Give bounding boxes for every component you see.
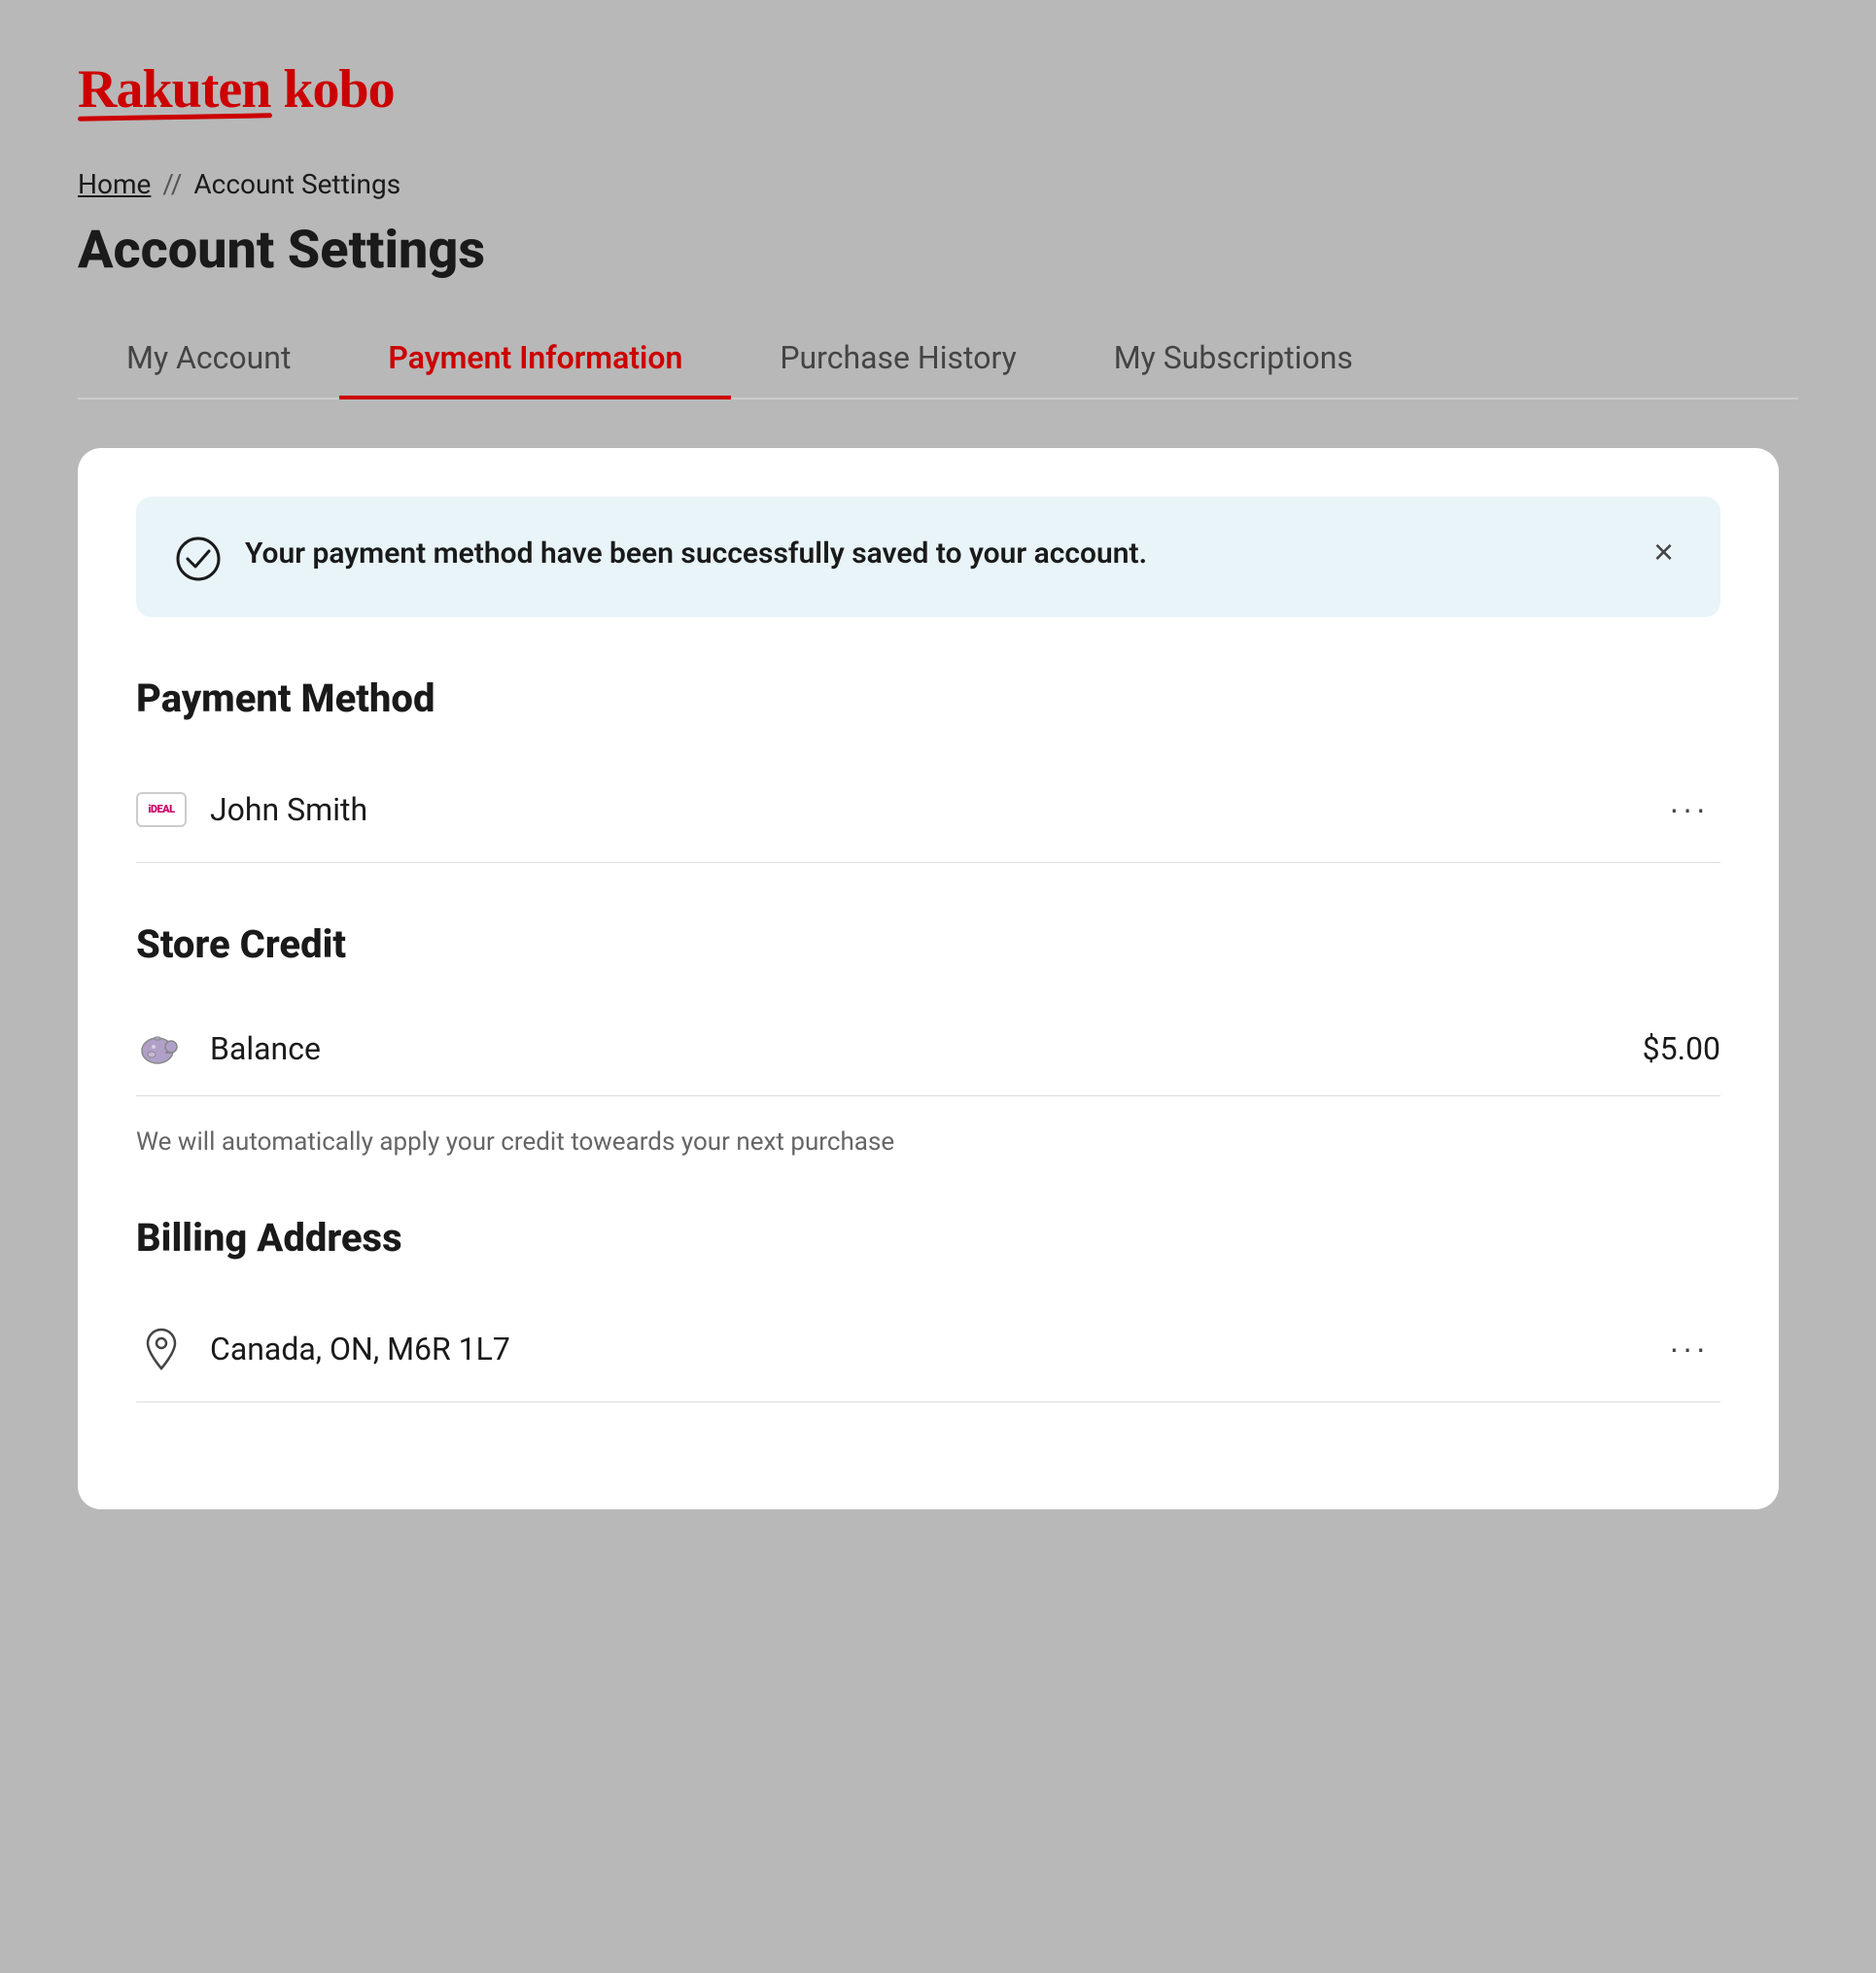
payment-method-name: John Smith	[210, 791, 367, 828]
location-icon	[136, 1330, 187, 1368]
billing-address-section: Billing Address Canada, ON, M6R 1L7 ···	[136, 1215, 1720, 1402]
payment-method-item-left: iDEAL John Smith	[136, 790, 367, 829]
billing-address-more-button[interactable]: ···	[1657, 1323, 1720, 1374]
success-message: Your payment method have been successful…	[245, 532, 1147, 575]
logo-text[interactable]: Rakuten kobo	[78, 58, 1798, 121]
store-credit-section: Store Credit Balance $5.00 We will auto	[136, 921, 1720, 1157]
tab-payment-information[interactable]: Payment Information	[339, 320, 731, 399]
store-credit-title: Store Credit	[136, 921, 1720, 967]
map-pin-icon	[142, 1328, 181, 1370]
billing-address-title: Billing Address	[136, 1215, 1720, 1261]
balance-label: Balance	[210, 1030, 321, 1067]
billing-address-text: Canada, ON, M6R 1L7	[210, 1331, 510, 1367]
payment-method-item: iDEAL John Smith ···	[136, 756, 1720, 863]
tab-my-account[interactable]: My Account	[78, 320, 339, 399]
tab-my-subscriptions[interactable]: My Subscriptions	[1065, 320, 1402, 399]
breadcrumb-home-link[interactable]: Home	[78, 168, 151, 200]
close-banner-button[interactable]: ×	[1646, 532, 1682, 572]
main-card: Your payment method have been successful…	[78, 448, 1779, 1509]
payment-method-section: Payment Method iDEAL John Smith ···	[136, 675, 1720, 863]
payment-method-more-button[interactable]: ···	[1657, 783, 1720, 835]
payment-method-title: Payment Method	[136, 675, 1720, 721]
credit-note: We will automatically apply your credit …	[136, 1112, 1720, 1157]
store-credit-icon	[136, 1029, 187, 1068]
ideal-payment-icon: iDEAL	[136, 790, 187, 829]
ideal-logo: iDEAL	[136, 792, 187, 827]
piggy-bank-icon	[138, 1029, 185, 1068]
page-title: Account Settings	[78, 220, 1798, 281]
store-credit-item-left: Balance	[136, 1029, 321, 1068]
check-circle-icon	[175, 536, 222, 582]
tab-purchase-history[interactable]: Purchase History	[731, 320, 1064, 399]
billing-address-item: Canada, ON, M6R 1L7 ···	[136, 1296, 1720, 1402]
tabs-container: My Account Payment Information Purchase …	[78, 320, 1798, 399]
billing-address-item-left: Canada, ON, M6R 1L7	[136, 1330, 510, 1368]
success-banner-left: Your payment method have been successful…	[175, 532, 1147, 582]
balance-value: $5.00	[1643, 1030, 1720, 1067]
breadcrumb-current: Account Settings	[193, 168, 400, 200]
success-banner: Your payment method have been successful…	[136, 497, 1720, 617]
breadcrumb: Home // Account Settings	[78, 168, 1798, 200]
logo: Rakuten kobo	[78, 58, 1798, 120]
breadcrumb-separator: //	[162, 168, 182, 200]
store-credit-item: Balance $5.00	[136, 1002, 1720, 1096]
